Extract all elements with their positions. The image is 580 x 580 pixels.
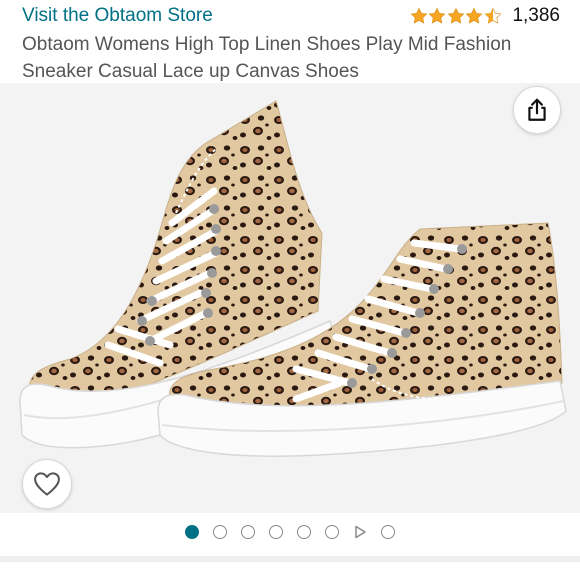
- carousel-dot[interactable]: [325, 525, 339, 539]
- heart-icon: [34, 472, 60, 496]
- rating-summary[interactable]: 1,386: [410, 4, 560, 28]
- star-icon: [410, 7, 428, 24]
- visit-store-link[interactable]: Visit the Obtaom Store: [22, 4, 213, 28]
- product-title: Obtaom Womens High Top Linen Shoes Play …: [22, 34, 512, 82]
- star-icon: [447, 7, 465, 24]
- star-icon: [429, 7, 446, 24]
- image-carousel-indicators: [0, 521, 580, 543]
- carousel-dot[interactable]: [241, 525, 255, 539]
- carousel-video-indicator[interactable]: [353, 525, 367, 539]
- share-button[interactable]: [513, 86, 561, 134]
- product-photo-sneakers: [19, 100, 567, 457]
- star-icon: [466, 7, 483, 24]
- rating-count[interactable]: 1,386: [512, 4, 560, 28]
- play-icon: [355, 525, 366, 539]
- half-star-icon: [484, 7, 502, 24]
- carousel-dot[interactable]: [381, 525, 395, 539]
- share-icon: [528, 98, 546, 121]
- carousel-dot[interactable]: [269, 525, 283, 539]
- add-to-wishlist-button[interactable]: [22, 459, 72, 509]
- section-divider: [0, 556, 580, 562]
- carousel-dot-active[interactable]: [185, 525, 199, 539]
- product-image[interactable]: [0, 83, 580, 513]
- carousel-dot[interactable]: [297, 525, 311, 539]
- carousel-dot[interactable]: [213, 525, 227, 539]
- store-rating-row: Visit the Obtaom Store 1,386: [22, 4, 562, 28]
- star-rating: [410, 7, 503, 25]
